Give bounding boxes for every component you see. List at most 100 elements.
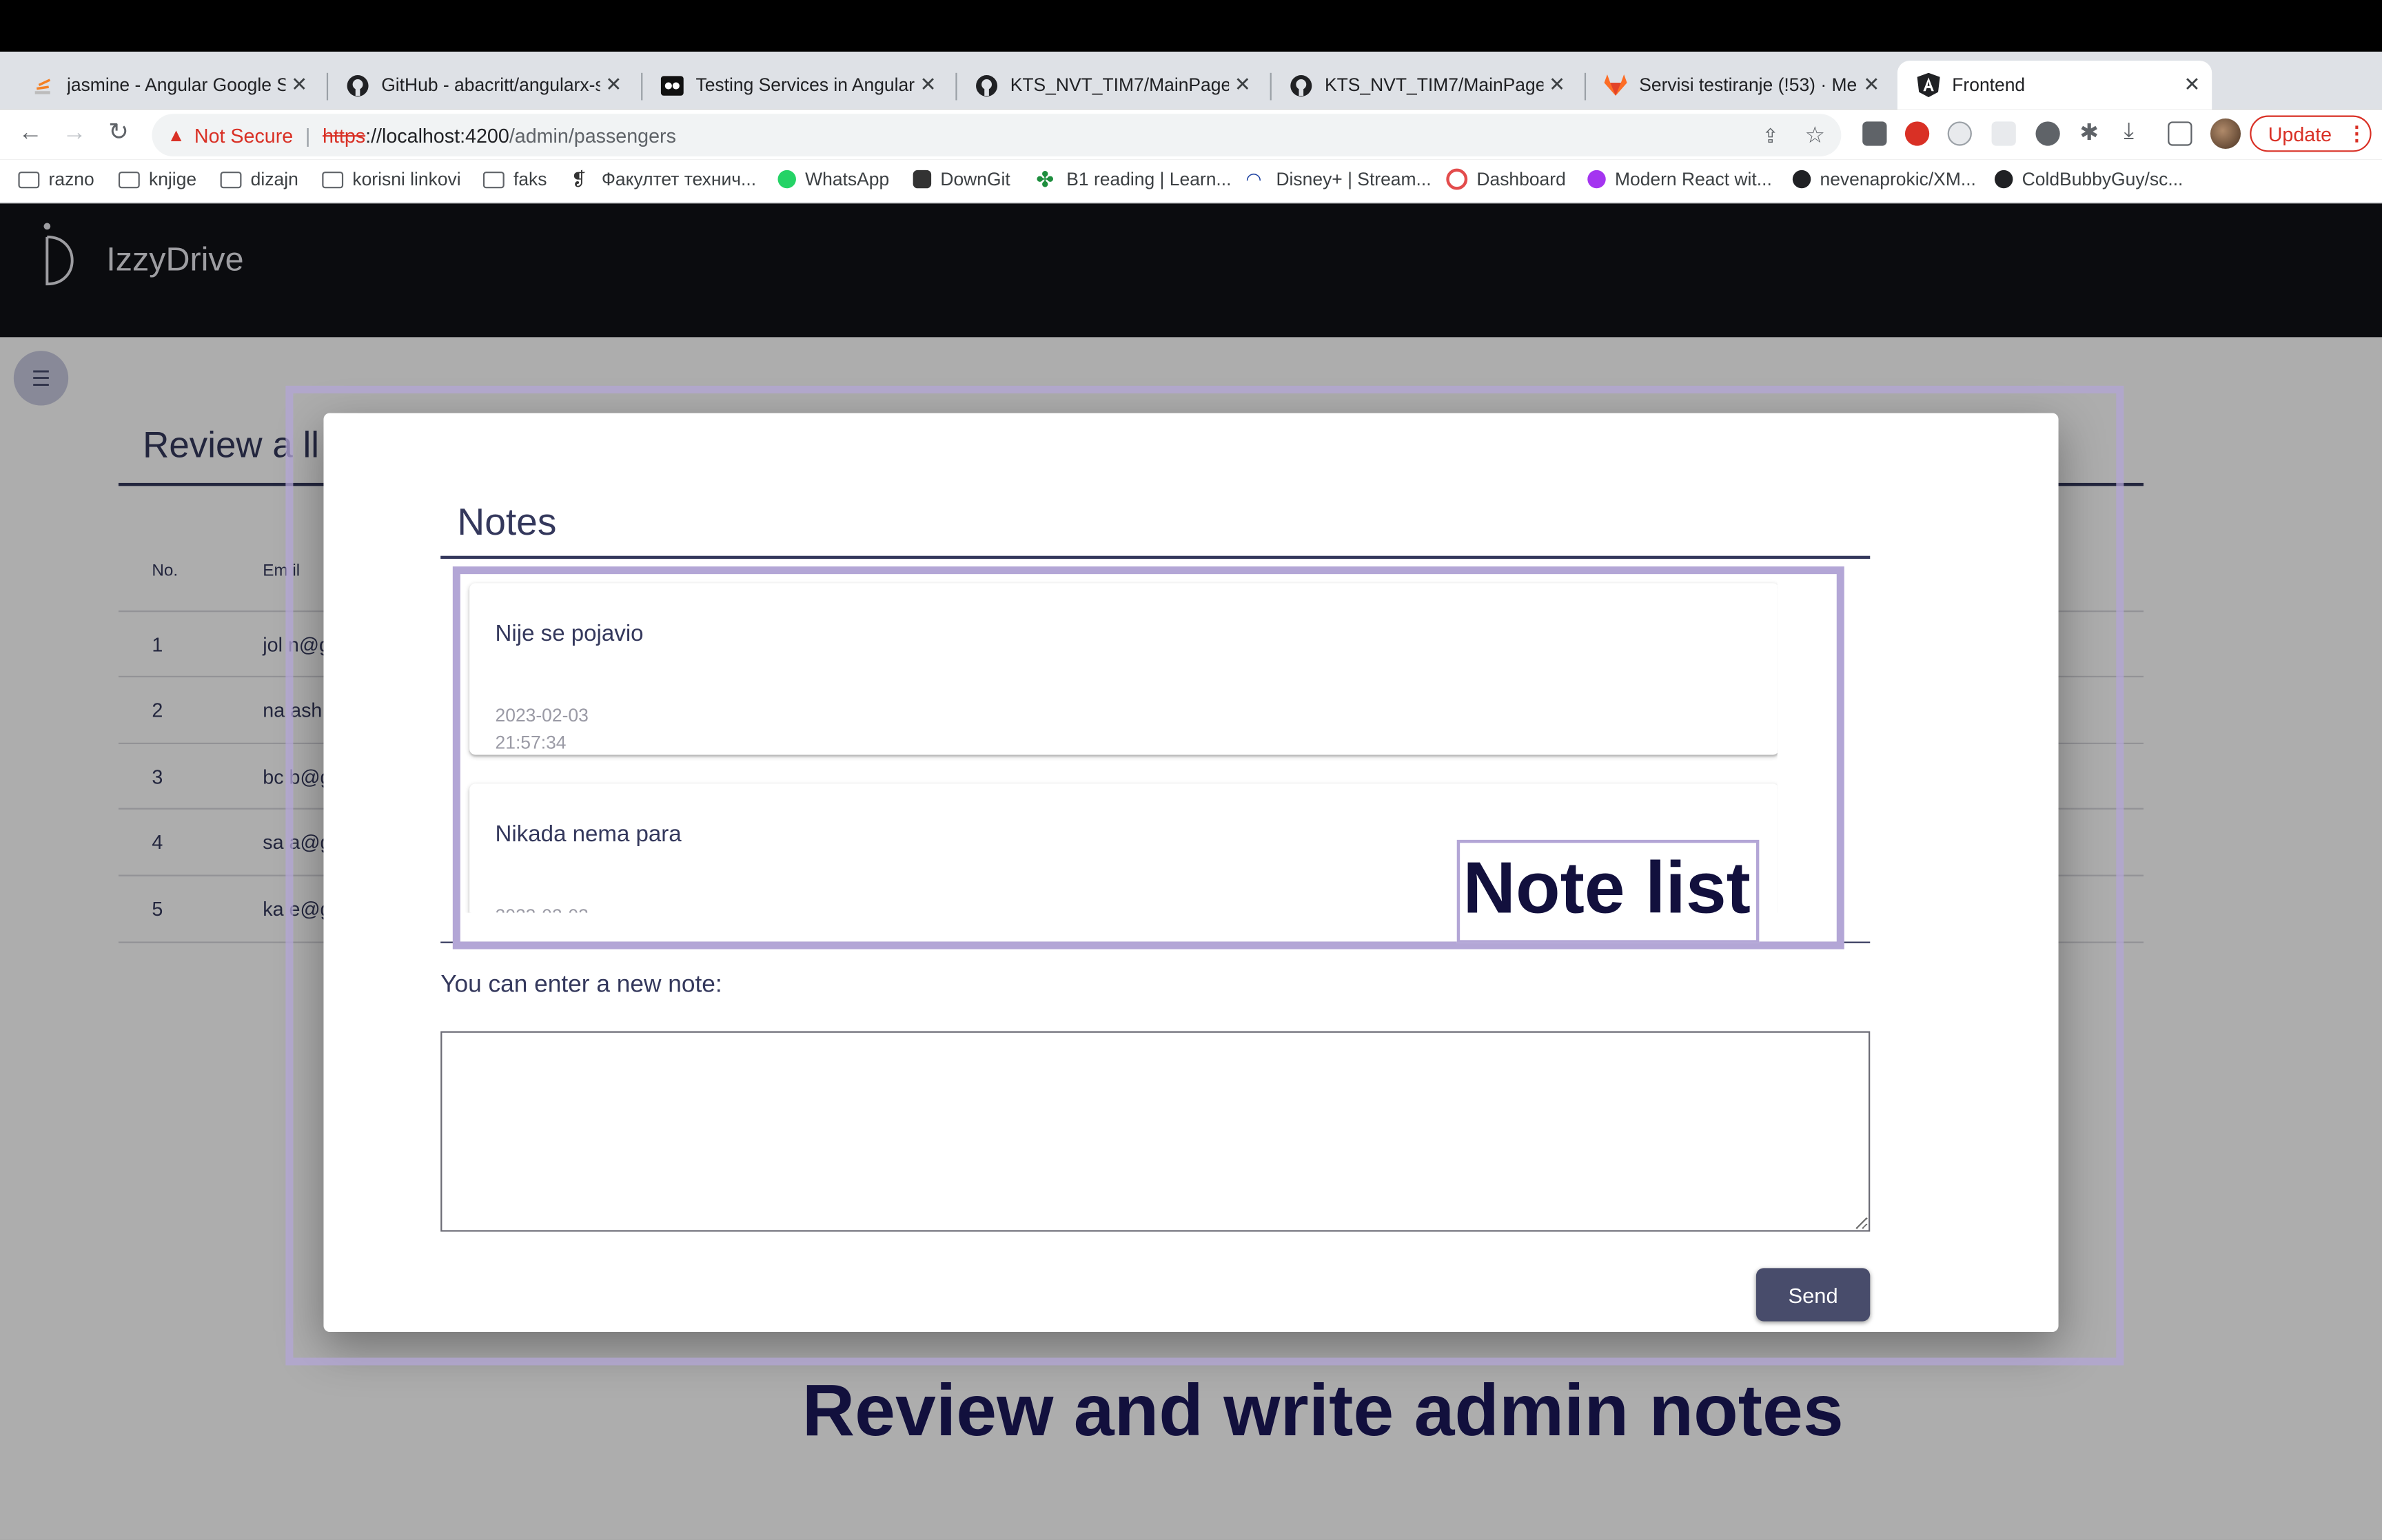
bookmarks-bar: razno knjige dizajn korisni linkovi faks… <box>0 159 2382 204</box>
bookmark-dizajn[interactable]: dizajn <box>220 168 298 190</box>
tab-title: Frontend <box>1952 74 2026 96</box>
bookmark-b1-reading[interactable]: ✤ B1 reading | Learn... <box>1036 169 1231 190</box>
bookmark-label: knjige <box>149 168 197 190</box>
close-icon[interactable]: ✕ <box>1543 73 1571 97</box>
bookmark-knjige[interactable]: knjige <box>118 168 197 190</box>
screen-top-bar <box>0 0 2382 52</box>
bookmark-label: WhatsApp <box>805 168 890 190</box>
bookmark-whatsapp[interactable]: WhatsApp <box>777 169 889 190</box>
tab-github-angularx[interactable]: GitHub - abacritt/angularx-so ✕ <box>327 61 633 110</box>
bookmark-label: Modern React wit... <box>1614 168 1772 190</box>
tab-title: KTS_NVT_TIM7/MainPageE2 <box>1010 74 1229 96</box>
download-icon[interactable]: ⤓ <box>2124 119 2148 144</box>
reload-icon[interactable]: ↻ <box>102 119 135 149</box>
folder-icon <box>322 170 344 188</box>
warning-triangle-icon: ▲ <box>167 124 185 146</box>
folder-icon <box>220 170 242 188</box>
security-status[interactable]: Not Secure <box>194 124 293 147</box>
update-button[interactable]: Update ⋮ <box>2250 115 2372 152</box>
address-bar[interactable]: ▲ Not Secure | https://localhost:4200/ad… <box>152 114 1842 157</box>
browser-toolbar: ← → ↻ ▲ Not Secure | https://localhost:4… <box>0 109 2382 160</box>
close-icon[interactable]: ✕ <box>600 73 628 97</box>
bookmark-label: ColdBubbyGuy/sc... <box>2022 168 2184 190</box>
bookmark-label: DownGit <box>940 168 1010 190</box>
tab-title: Testing Services in Angular L <box>695 74 915 96</box>
bookmark-label: Dashboard <box>1476 168 1566 190</box>
tab-frontend[interactable]: Frontend ✕ <box>1897 61 2212 110</box>
bookmark-razno[interactable]: razno <box>18 169 94 190</box>
bookmark-modern-react[interactable]: Modern React wit... <box>1587 169 1772 190</box>
bookmark-disney[interactable]: ◠ Disney+ | Stream... <box>1245 169 1431 190</box>
tab-mainpagepa[interactable]: KTS_NVT_TIM7/MainPagePa ✕ <box>1270 61 1577 110</box>
close-icon[interactable]: ✕ <box>1858 73 1886 97</box>
close-icon[interactable]: ✕ <box>285 73 313 97</box>
close-icon[interactable]: ✕ <box>1229 73 1256 97</box>
extension-icon[interactable] <box>1862 121 1887 146</box>
more-vertical-icon: ⋮ <box>2347 121 2367 145</box>
bookmark-dashboard[interactable]: Dashboard <box>1446 168 1566 190</box>
stack-overflow-icon <box>30 73 54 97</box>
wordpress-icon[interactable] <box>2035 121 2060 146</box>
downgit-icon <box>913 170 932 189</box>
gitlab-icon <box>1602 73 1627 97</box>
bookmark-coldbubbyguy[interactable]: ColdBubbyGuy/sc... <box>1994 168 2184 190</box>
tab-mainpagee2[interactable]: KTS_NVT_TIM7/MainPageE2 ✕ <box>955 61 1262 110</box>
dashboard-icon <box>1446 168 1468 190</box>
side-panel-icon[interactable] <box>2168 121 2192 146</box>
whatsapp-icon <box>777 170 796 189</box>
disney-icon: ◠ <box>1245 168 1262 190</box>
github-icon <box>345 73 369 97</box>
close-icon[interactable]: ✕ <box>915 73 942 97</box>
bookmark-label: faks <box>513 168 547 190</box>
tab-testing-services[interactable]: Testing Services in Angular L ✕ <box>641 61 948 110</box>
tab-title: KTS_NVT_TIM7/MainPagePa <box>1324 74 1543 96</box>
tab-title: GitHub - abacritt/angularx-so <box>381 74 600 96</box>
adblock-icon[interactable] <box>1904 121 1930 146</box>
clover-icon: ✤ <box>1036 167 1055 192</box>
url-scheme: https <box>322 123 366 147</box>
ftn-icon: ❡ <box>571 168 587 190</box>
udemy-icon <box>1587 170 1606 189</box>
bookmark-label: Disney+ | Stream... <box>1276 168 1432 190</box>
annotation-caption: Review and write admin notes <box>802 1371 1844 1452</box>
bookmark-label: korisni linkovi <box>352 168 461 190</box>
address-divider: | <box>305 123 311 147</box>
bookmark-faks[interactable]: faks <box>482 168 547 190</box>
angular-icon <box>1915 72 1940 98</box>
bookmark-label: B1 reading | Learn... <box>1066 168 1232 190</box>
github-icon <box>974 73 998 97</box>
tab-title: jasmine - Angular Google Sig <box>66 74 286 96</box>
back-arrow-icon[interactable]: ← <box>14 119 47 149</box>
tab-strip: jasmine - Angular Google Sig ✕ GitHub - … <box>0 51 2382 147</box>
extension-square-icon[interactable] <box>1991 121 2016 146</box>
profile-avatar[interactable] <box>2210 118 2241 150</box>
bookmark-label: razno <box>48 168 94 190</box>
forward-arrow-icon[interactable]: → <box>58 119 91 149</box>
bookmark-ftn[interactable]: ❡ Факултет технич... <box>571 169 756 190</box>
tab-title: Servisi testiranje (!53) · Merg <box>1639 74 1858 96</box>
bookmark-nevenaprokic[interactable]: nevenaprokic/XM... <box>1792 168 1976 190</box>
folder-icon <box>482 170 505 188</box>
bookmark-label: nevenaprokic/XM... <box>1820 168 1976 190</box>
github-icon <box>1288 73 1312 97</box>
bookmark-label: dizajn <box>250 168 298 190</box>
tab-jasmine[interactable]: jasmine - Angular Google Sig ✕ <box>12 61 319 110</box>
folder-icon <box>118 170 140 188</box>
close-icon[interactable]: ✕ <box>2179 73 2206 97</box>
github-icon <box>1792 170 1811 189</box>
tab-servisi-testiranje[interactable]: Servisi testiranje (!53) · Merg ✕ <box>1585 61 1891 110</box>
github-icon <box>1994 170 2013 189</box>
bookmark-label: Факултет технич... <box>601 168 757 190</box>
extension-circle-icon[interactable] <box>1947 121 1972 146</box>
video-icon <box>660 73 684 97</box>
folder-icon <box>18 170 40 188</box>
url-path: /admin/passengers <box>509 123 676 147</box>
bookmark-star-icon[interactable]: ☆ <box>1804 121 1825 149</box>
puzzle-extensions-icon[interactable]: ✱ <box>2079 119 2104 145</box>
update-label: Update <box>2268 122 2332 145</box>
url-host: ://localhost:4200 <box>365 123 509 147</box>
bookmark-korisni-linkovi[interactable]: korisni linkovi <box>322 168 461 190</box>
annotation-note-list-label: Note list <box>1463 849 1751 930</box>
share-icon[interactable]: ⇪ <box>1762 125 1779 149</box>
bookmark-downgit[interactable]: DownGit <box>913 169 1010 190</box>
